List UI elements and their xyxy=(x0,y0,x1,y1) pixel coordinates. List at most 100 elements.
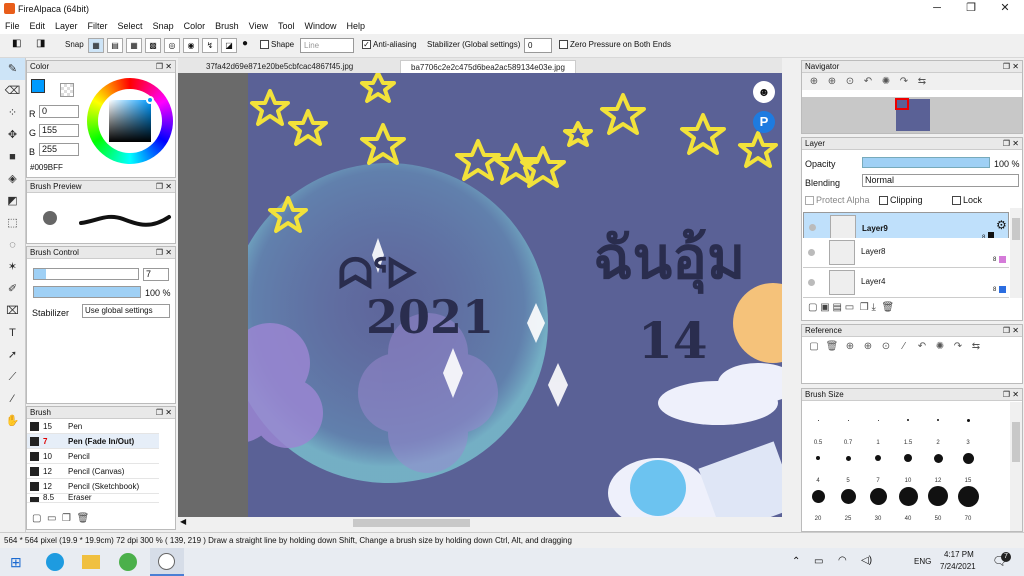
hand-tool-icon[interactable]: ✋ xyxy=(0,410,25,432)
brush-size-cell[interactable]: 50 xyxy=(924,482,952,522)
brush-size-cell[interactable]: 25 xyxy=(834,482,862,522)
brush-item[interactable]: 8.5 Eraser xyxy=(27,494,159,503)
magic-wand-icon[interactable]: ✶ xyxy=(0,256,25,278)
duplicate-layer-icon[interactable]: ❐ xyxy=(860,302,869,313)
clock-date[interactable]: 7/24/2021 xyxy=(940,562,976,571)
stabilizer-select[interactable]: Use global settings xyxy=(82,304,170,318)
new-1bit-layer-icon[interactable]: ▤ xyxy=(832,302,841,313)
brush-size-cell[interactable]: 1 xyxy=(864,406,892,446)
brush-size-cell[interactable]: 7 xyxy=(864,444,892,484)
brush-size-cell[interactable]: 0.7 xyxy=(834,406,862,446)
ref-rotate-left-icon[interactable]: ↶ xyxy=(913,341,931,352)
merge-layer-icon[interactable]: ⤓ xyxy=(871,302,875,313)
ref-open-icon[interactable]: ▢ xyxy=(805,341,823,352)
menu-brush[interactable]: Brush xyxy=(210,18,244,34)
new-brush-icon[interactable]: ▢ xyxy=(32,513,41,524)
trash-icon[interactable]: 🗑 xyxy=(77,513,90,524)
next-icon[interactable]: ◨ xyxy=(36,38,45,49)
gradient-tool-icon[interactable]: ◩ xyxy=(0,190,25,212)
blending-select[interactable]: Normal xyxy=(862,174,1019,187)
snap-3d-icon[interactable]: ◪ xyxy=(221,38,237,53)
panel-close-icon[interactable]: ❐ ✕ xyxy=(156,61,172,73)
ref-eyedropper-icon[interactable]: ⁄ xyxy=(895,341,913,352)
language-indicator[interactable]: ENG xyxy=(914,557,931,566)
panel-close-icon[interactable]: ❐ ✕ xyxy=(1003,138,1019,150)
brush-item[interactable]: 12 Pencil (Canvas) xyxy=(27,464,159,479)
brush-item[interactable]: 15 Pen xyxy=(27,419,159,434)
new-layer-icon[interactable]: ▢ xyxy=(808,302,817,313)
ref-flip-icon[interactable]: ⇆ xyxy=(967,341,985,352)
brush-size-cell[interactable]: 15 xyxy=(954,444,982,484)
visibility-icon[interactable] xyxy=(808,279,815,286)
artwork[interactable]: ᗣᕐᐅ 2021 ฉันอุ้ม 14 xyxy=(248,73,782,517)
brush-size-cell[interactable]: 30 xyxy=(864,482,892,522)
move-tool-icon[interactable]: ✥ xyxy=(0,124,25,146)
new-8bit-layer-icon[interactable]: ▣ xyxy=(820,302,829,313)
lock-checkbox[interactable]: Lock xyxy=(952,195,982,206)
snap-off-icon[interactable]: ▦ xyxy=(88,38,104,53)
brush-size-cell[interactable]: 4 xyxy=(804,444,832,484)
ref-zoom-out-icon[interactable]: ⊕ xyxy=(859,341,877,352)
snap-parallel-icon[interactable]: ▤ xyxy=(107,38,123,53)
snap-cross-icon[interactable]: ▩ xyxy=(145,38,161,53)
brush-size-cell[interactable]: 20 xyxy=(804,482,832,522)
menu-tool[interactable]: Tool xyxy=(273,18,300,34)
brush-size-scrollbar[interactable] xyxy=(1010,402,1022,531)
ref-close-icon[interactable]: 🗑 xyxy=(823,341,841,352)
wifi-icon[interactable]: ◠ xyxy=(838,555,847,566)
flip-icon[interactable]: ⇆ xyxy=(913,76,931,87)
panel-close-icon[interactable]: ❐ ✕ xyxy=(156,407,172,419)
horizontal-scrollbar[interactable]: ◀ xyxy=(178,517,782,529)
zoom-fit-icon[interactable]: ⊙ xyxy=(841,76,859,87)
windows-start-icon[interactable]: ⊞ xyxy=(10,554,22,571)
dot-tool-icon[interactable]: ⁘ xyxy=(0,102,25,124)
brush-size-cell[interactable]: 2 xyxy=(924,406,952,446)
operation-tool-icon[interactable]: ➚ xyxy=(0,344,25,366)
saturation-square[interactable] xyxy=(109,100,151,142)
eyedropper-icon[interactable]: ⁄ xyxy=(0,388,25,410)
select-eraser-icon[interactable]: ⌧ xyxy=(0,300,25,322)
close-button[interactable]: ✕ xyxy=(988,0,1022,18)
panel-close-icon[interactable]: ❐ ✕ xyxy=(1003,325,1019,337)
divide-tool-icon[interactable]: ⟋ xyxy=(0,366,25,388)
menu-filter[interactable]: Filter xyxy=(83,18,113,34)
stabilizer-select[interactable]: 0 xyxy=(524,38,552,53)
layer-scrollbar[interactable] xyxy=(1010,208,1022,298)
shape-select[interactable]: Line xyxy=(300,38,354,53)
brush-item[interactable]: 10 Pencil xyxy=(27,449,159,464)
opacity-slider[interactable] xyxy=(33,286,141,298)
size-input[interactable]: 7 xyxy=(143,268,169,281)
layer-gear-icon[interactable]: ⚙ xyxy=(996,219,1007,232)
snap-settings-icon[interactable]: ● xyxy=(242,38,248,49)
menu-view[interactable]: View xyxy=(244,18,273,34)
brush-size-cell[interactable]: 10 xyxy=(894,444,922,484)
snap-grid-icon[interactable]: ▦ xyxy=(126,38,142,53)
visibility-icon[interactable] xyxy=(809,224,816,231)
rotate-reset-icon[interactable]: ✺ xyxy=(877,76,895,87)
tray-chevron-icon[interactable]: ⌃ xyxy=(792,556,800,567)
g-input[interactable]: 155 xyxy=(39,124,79,137)
text-tool-icon[interactable]: T xyxy=(0,322,25,344)
panel-close-icon[interactable]: ❐ ✕ xyxy=(156,247,172,259)
clock-time[interactable]: 4:17 PM xyxy=(944,550,974,559)
ref-rotate-right-icon[interactable]: ↷ xyxy=(949,341,967,352)
size-slider[interactable] xyxy=(33,268,139,280)
menu-layer[interactable]: Layer xyxy=(50,18,83,34)
brush-size-cell[interactable]: 12 xyxy=(924,444,952,484)
brush-item[interactable]: 12 Pencil (Sketchbook) xyxy=(27,479,159,494)
ref-fit-icon[interactable]: ⊙ xyxy=(877,341,895,352)
menu-help[interactable]: Help xyxy=(342,18,371,34)
brush-size-cell[interactable]: 1.5 xyxy=(894,406,922,446)
minimize-button[interactable]: ─ xyxy=(920,0,954,18)
tab-doc-1[interactable]: 37fa42d69e871e20be5cbfcac4867f45.jpg xyxy=(196,60,363,73)
menu-window[interactable]: Window xyxy=(300,18,342,34)
ref-rotate-reset-icon[interactable]: ✺ xyxy=(931,341,949,352)
eraser-tool-icon[interactable]: ⌫ xyxy=(0,80,25,102)
menu-color[interactable]: Color xyxy=(179,18,211,34)
r-input[interactable]: 0 xyxy=(39,105,79,118)
brush-size-cell[interactable]: 5 xyxy=(834,444,862,484)
panel-close-icon[interactable]: ❐ ✕ xyxy=(1003,389,1019,401)
navigator-viewport[interactable] xyxy=(895,98,909,110)
brush-size-cell[interactable]: 3 xyxy=(954,406,982,446)
layer-row[interactable]: Layer4 8 xyxy=(803,268,1009,298)
